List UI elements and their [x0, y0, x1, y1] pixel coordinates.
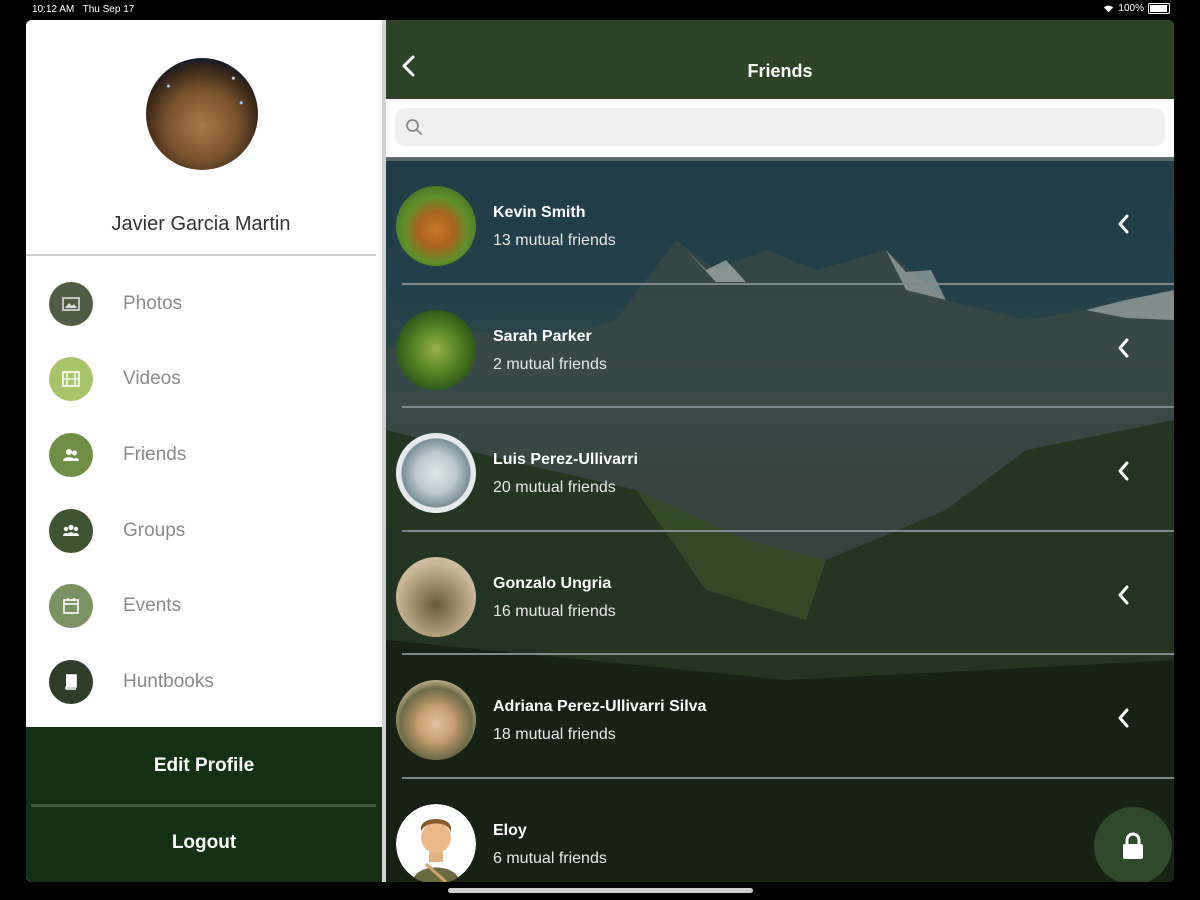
friend-row[interactable]: Kevin Smith 13 mutual friends: [386, 161, 1174, 285]
chevron-left-icon[interactable]: [1116, 337, 1130, 359]
mutual-friends-count: 20 mutual friends: [493, 479, 616, 496]
home-indicator[interactable]: [448, 888, 753, 893]
profile-avatar[interactable]: [146, 58, 258, 170]
header-bar: Friends: [386, 20, 1174, 99]
edit-profile-button[interactable]: Edit Profile: [26, 727, 382, 804]
lock-button[interactable]: [1094, 807, 1172, 882]
app-window: Javier Garcia Martin Photos Videos Frien…: [26, 20, 1174, 882]
friends-panel: Friends Kevin Smith 13 mutual friends Sa…: [386, 20, 1174, 882]
mutual-friends-count: 16 mutual friends: [493, 602, 616, 620]
chevron-left-icon[interactable]: [1116, 584, 1130, 606]
sidebar-item-label: Friends: [123, 443, 187, 465]
friend-avatar: [396, 803, 476, 882]
search-icon: [406, 119, 422, 135]
photo-icon: [49, 281, 93, 326]
chevron-left-icon[interactable]: [1116, 213, 1130, 235]
logout-button[interactable]: Logout: [26, 804, 382, 881]
sidebar-item-groups[interactable]: Groups: [26, 493, 382, 569]
button-divider: [31, 804, 376, 807]
friend-row[interactable]: Sarah Parker 2 mutual friends: [386, 285, 1174, 408]
battery-icon: [1148, 3, 1170, 14]
friend-row[interactable]: Adriana Perez-Ullivarri Silva 18 mutual …: [386, 655, 1174, 779]
sidebar-item-events[interactable]: Events: [26, 568, 382, 644]
search-input[interactable]: [431, 108, 1155, 148]
lock-icon: [1123, 832, 1143, 859]
friend-name: Eloy: [493, 821, 527, 839]
sidebar-divider: [26, 254, 376, 256]
mutual-friends-count: 2 mutual friends: [493, 355, 607, 373]
mutual-friends-count: 6 mutual friends: [493, 849, 607, 867]
friend-row[interactable]: Luis Perez-Ullivarri 20 mutual friends: [386, 408, 1174, 532]
book-icon: [49, 659, 93, 704]
friend-name: Luis Perez-Ullivarri: [493, 451, 638, 468]
friend-name: Adriana Perez-Ullivarri Silva: [493, 698, 707, 715]
sidebar-item-label: Huntbooks: [123, 670, 214, 692]
friend-name: Gonzalo Ungria: [493, 574, 612, 592]
groups-icon: [49, 508, 93, 553]
sidebar-item-label: Events: [123, 595, 182, 617]
sidebar: Javier Garcia Martin Photos Videos Frien…: [26, 20, 382, 882]
status-right: 100%: [1103, 3, 1170, 14]
search-bar: [386, 99, 1174, 157]
film-icon: [49, 357, 93, 402]
friend-name: Kevin Smith: [493, 204, 586, 221]
status-bar: 10:12 AM Thu Sep 17 100%: [0, 0, 1200, 20]
friends-icon: [49, 432, 93, 477]
sidebar-item-friends[interactable]: Friends: [26, 417, 382, 493]
sidebar-menu: Photos Videos Friends Groups Events Hunt…: [26, 266, 382, 720]
page-title: Friends: [747, 61, 813, 81]
mutual-friends-count: 18 mutual friends: [493, 726, 616, 743]
friend-name: Sarah Parker: [493, 327, 592, 345]
sidebar-item-label: Photos: [123, 292, 183, 314]
friend-row[interactable]: Gonzalo Ungria 16 mutual friends: [386, 532, 1174, 655]
friends-list: Kevin Smith 13 mutual friends Sarah Park…: [386, 161, 1174, 882]
mutual-friends-count: 13 mutual friends: [493, 232, 616, 249]
friend-row[interactable]: Eloy 6 mutual friends: [386, 779, 1174, 882]
sidebar-item-huntbooks[interactable]: Huntbooks: [26, 644, 382, 720]
chevron-left-icon[interactable]: [1116, 707, 1130, 729]
chevron-left-icon[interactable]: [1116, 460, 1130, 482]
friend-avatar: [396, 556, 476, 637]
sidebar-item-photos[interactable]: Photos: [26, 266, 382, 342]
sidebar-actions: Edit Profile Logout: [26, 727, 382, 882]
friend-avatar: [396, 309, 476, 390]
wifi-icon: [1104, 5, 1114, 13]
friend-avatar: [396, 680, 476, 760]
search-box: [395, 108, 1165, 148]
sidebar-item-label: Videos: [123, 368, 181, 390]
sidebar-item-videos[interactable]: Videos: [26, 342, 382, 418]
battery-percent: 100%: [1118, 3, 1144, 14]
friend-avatar: [396, 186, 476, 266]
friend-avatar: [396, 433, 476, 513]
profile-name: Javier Garcia Martin: [111, 213, 291, 235]
sidebar-item-label: Groups: [123, 519, 186, 541]
status-time: 10:12 AM Thu Sep 17: [32, 4, 135, 15]
calendar-icon: [49, 584, 93, 629]
